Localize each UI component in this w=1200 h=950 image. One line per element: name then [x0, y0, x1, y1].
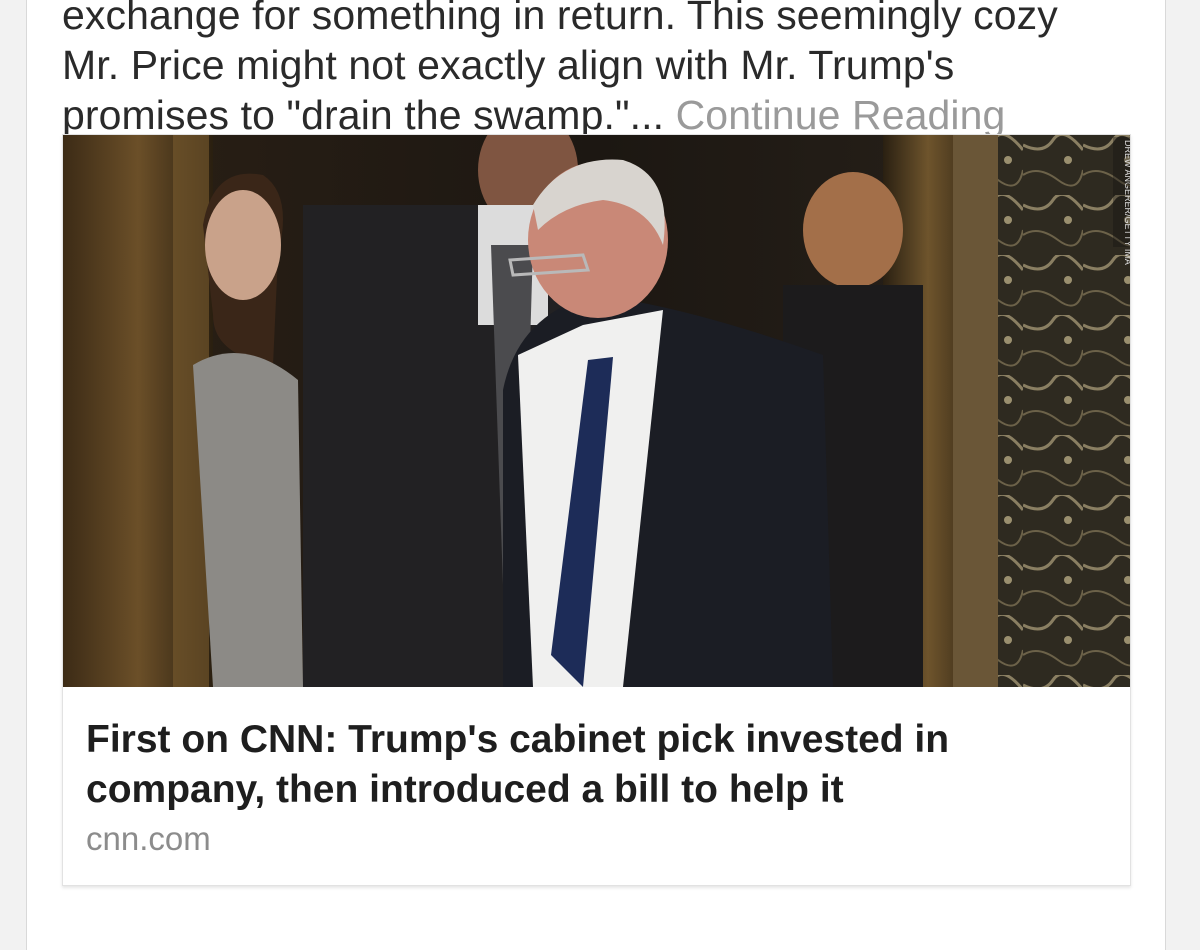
preview-title-line-1: First on CNN: Trump's cabinet pick inves… — [86, 718, 950, 761]
post-text-partial-line: exchange for something in return. This s… — [62, 0, 1058, 38]
photo-credit: DREW ANGERER/GETTY IMA — [1123, 140, 1131, 265]
preview-photo[interactable]: DREW ANGERER/GETTY IMA — [63, 135, 1131, 687]
link-preview-card[interactable]: DREW ANGERER/GETTY IMA First on CNN: Tru… — [62, 134, 1131, 886]
post-text-line-2: promises to "drain the swamp."... Contin… — [62, 90, 1142, 140]
post-text: exchange for something in return. This s… — [62, 0, 1142, 140]
preview-title[interactable]: First on CNN: Trump's cabinet pick inves… — [86, 715, 1086, 815]
post-text-line-1: Mr. Price might not exactly align with M… — [62, 42, 955, 88]
preview-domain: cnn.com — [86, 820, 211, 857]
continue-reading-link[interactable]: Continue Reading — [676, 92, 1006, 138]
preview-title-line-2: company, then introduced a bill to help … — [86, 768, 844, 811]
post-text-line-2-body: promises to "drain the swamp."... — [62, 92, 665, 138]
